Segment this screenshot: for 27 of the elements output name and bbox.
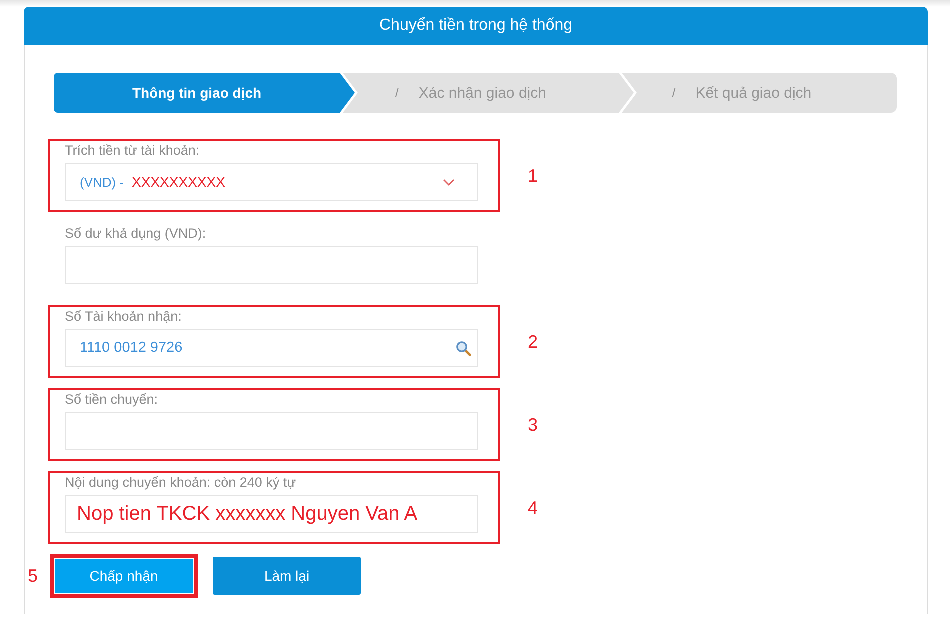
annotation-number: 1 — [528, 166, 538, 186]
input-field[interactable] — [65, 246, 478, 284]
field-label: Số tiền chuyển: — [65, 392, 158, 408]
overlay-text: XXXXXXXXXX — [132, 174, 226, 190]
progress-step: / Kết quả giao dịch — [622, 73, 897, 113]
search-field[interactable]: 1110 0012 9726 — [65, 329, 478, 367]
input-field[interactable] — [65, 412, 478, 450]
annotation-number: 5 — [28, 566, 38, 586]
progress-step: / Xác nhận giao dịch — [343, 73, 634, 113]
progress-step: Thông tin giao dịch — [54, 73, 355, 113]
step-separator: / — [672, 86, 676, 100]
step-separator: / — [396, 86, 399, 100]
input-field[interactable]: Nop tien TKCK xxxxxxx Nguyen Van A — [65, 495, 478, 533]
field-label: Số Tài khoản nhận: — [65, 309, 182, 325]
field-label: Nội dung chuyển khoản: còn 240 ký tự — [65, 475, 296, 491]
card-title: Chuyển tiền trong hệ thống — [379, 17, 573, 35]
annotation-number: 4 — [528, 498, 538, 518]
action-button[interactable]: Làm lại — [213, 557, 362, 595]
field-label: Trích tiền từ tài khoản: — [65, 143, 200, 159]
annotation-number: 3 — [528, 414, 538, 434]
chevron-icon — [443, 178, 455, 186]
overlay-text: Nop tien TKCK xxxxxxx Nguyen Van A — [77, 502, 418, 526]
search-icon — [456, 340, 471, 356]
field-label: Số dư khả dụng (VND): — [65, 226, 206, 242]
annotation-number: 2 — [528, 332, 538, 352]
action-button[interactable]: Chấp nhận — [55, 559, 194, 593]
dropdown-field[interactable]: (VND) - XXXXXXXXXX — [65, 163, 478, 201]
